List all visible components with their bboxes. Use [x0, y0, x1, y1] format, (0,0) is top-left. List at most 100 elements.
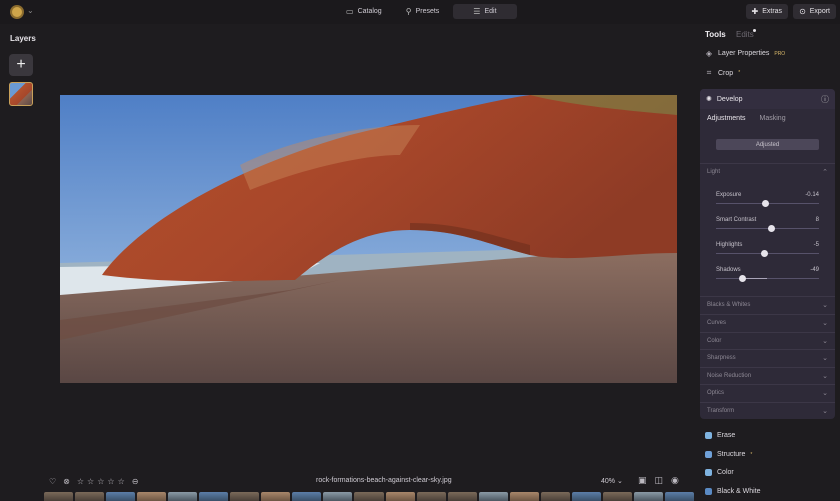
- film-thumbnail[interactable]: [509, 492, 539, 501]
- tab-adjustments[interactable]: Adjustments: [707, 115, 746, 122]
- layer-thumbnail[interactable]: [9, 82, 33, 106]
- film-thumbnail[interactable]: [137, 492, 167, 501]
- color-label: Color: [717, 469, 734, 476]
- slider-shadows[interactable]: Shadows -49: [716, 267, 819, 287]
- image-view-icon[interactable]: ▣: [638, 475, 647, 486]
- film-thumbnail[interactable]: [416, 492, 446, 501]
- film-thumbnail[interactable]: [354, 492, 384, 501]
- film-thumbnail[interactable]: [385, 492, 415, 501]
- slider-handle[interactable]: [761, 250, 769, 257]
- erase-label: Erase: [717, 432, 736, 439]
- film-thumbnail[interactable]: [447, 492, 477, 501]
- tab-edit[interactable]: ☰ Edit: [453, 4, 517, 19]
- section-sharpness[interactable]: Sharpness ⌄: [700, 349, 835, 366]
- film-thumbnail[interactable]: [75, 492, 105, 501]
- heart-icon[interactable]: ♡: [49, 477, 56, 486]
- tab-tools[interactable]: Tools: [705, 30, 726, 39]
- structure-tool[interactable]: Structure *: [705, 451, 752, 458]
- erase-tool[interactable]: Erase: [705, 432, 735, 439]
- film-thumbnail[interactable]: [292, 492, 322, 501]
- slider-handle[interactable]: [738, 275, 746, 282]
- tab-presets[interactable]: ⚲ Presets: [396, 4, 450, 19]
- chevron-down-icon: ⌄: [822, 320, 828, 327]
- develop-header[interactable]: ✺ Develop ⓘ: [700, 89, 835, 109]
- star-icon[interactable]: ☆: [97, 477, 104, 486]
- section-label: Curves: [707, 320, 727, 326]
- chevron-down-icon[interactable]: ⌄: [27, 6, 34, 15]
- section-label: Optics: [707, 390, 725, 396]
- slider-exposure[interactable]: Exposure -0.14: [716, 192, 819, 212]
- film-thumbnail[interactable]: [540, 492, 570, 501]
- star-icon[interactable]: ☆: [77, 477, 84, 486]
- slider-handle[interactable]: [768, 225, 776, 232]
- star-icon[interactable]: ☆: [107, 477, 114, 486]
- film-thumbnail[interactable]: [199, 492, 229, 501]
- section-blacks-whites[interactable]: Blacks & Whites ⌄: [700, 296, 835, 313]
- slider-smart-contrast[interactable]: Smart Contrast 8: [716, 217, 819, 237]
- film-thumbnail[interactable]: [168, 492, 198, 501]
- chevron-down-icon: ⌄: [822, 390, 828, 397]
- tab-edits[interactable]: Edits: [736, 30, 754, 39]
- crop-tool[interactable]: ⌗ Crop *: [705, 68, 740, 78]
- film-thumbnail[interactable]: [664, 492, 694, 501]
- slider-label: Exposure: [716, 192, 742, 198]
- reject-icon[interactable]: ⊗: [63, 477, 70, 486]
- plus-icon: ✚: [751, 7, 759, 16]
- slider-label: Highlights: [716, 242, 743, 248]
- chevron-down-icon: ⌄: [822, 302, 828, 309]
- film-thumbnail[interactable]: [602, 492, 632, 501]
- film-thumbnail[interactable]: [478, 492, 508, 501]
- black-white-tool[interactable]: Black & White: [705, 488, 761, 495]
- slider-value: -5: [813, 242, 819, 248]
- star-icon[interactable]: ☆: [118, 477, 125, 486]
- color-tool[interactable]: Color: [705, 469, 734, 476]
- crop-label: Crop: [718, 69, 734, 77]
- layer-properties-label: Layer Properties: [718, 50, 770, 57]
- section-curves[interactable]: Curves ⌄: [700, 314, 835, 331]
- export-label: Export: [809, 8, 830, 15]
- section-label: Sharpness: [707, 355, 736, 361]
- section-optics[interactable]: Optics ⌄: [700, 384, 835, 401]
- crop-icon: ⌗: [706, 68, 712, 77]
- tab-masking[interactable]: Masking: [760, 115, 786, 122]
- film-thumbnail[interactable]: [323, 492, 353, 501]
- film-thumbnail[interactable]: [261, 492, 291, 501]
- clear-rating-icon[interactable]: ⊖: [132, 477, 139, 486]
- slider-highlights[interactable]: Highlights -5: [716, 242, 819, 262]
- rating-toolbar: ♡ ⊗ ☆ ☆ ☆ ☆ ☆ ⊖: [49, 475, 138, 487]
- slider-track[interactable]: [716, 278, 819, 279]
- info-icon[interactable]: ⓘ: [821, 94, 829, 105]
- section-transform[interactable]: Transform ⌄: [700, 402, 835, 419]
- export-button[interactable]: ⊙ Export: [793, 4, 836, 19]
- slider-value: -0.14: [805, 192, 819, 198]
- star-rating[interactable]: ☆ ☆ ☆ ☆ ☆: [77, 477, 125, 486]
- add-layer-button[interactable]: +: [9, 54, 33, 76]
- folder-icon: ▭: [346, 7, 354, 16]
- tab-catalog[interactable]: ▭ Catalog: [336, 4, 392, 19]
- slider-handle[interactable]: [762, 200, 770, 207]
- adjusted-button[interactable]: Adjusted: [716, 139, 819, 150]
- erase-icon: [705, 432, 712, 439]
- section-light[interactable]: Light ⌃: [700, 163, 835, 180]
- chevron-down-icon: ⌄: [822, 338, 828, 345]
- plus-icon: +: [16, 56, 26, 73]
- section-label: Transform: [707, 408, 735, 414]
- section-label: Blacks & Whites: [707, 302, 751, 308]
- extras-button[interactable]: ✚ Extras: [745, 4, 789, 19]
- film-thumbnail[interactable]: [44, 492, 74, 501]
- app-logo-icon[interactable]: [10, 5, 24, 19]
- structure-label: Structure: [717, 451, 746, 458]
- star-icon[interactable]: ☆: [87, 477, 94, 486]
- compare-icon[interactable]: ◫: [655, 475, 664, 486]
- zoom-level[interactable]: 40% ⌄: [601, 477, 623, 485]
- film-thumbnail[interactable]: [106, 492, 136, 501]
- main-photo[interactable]: [60, 95, 677, 383]
- section-color[interactable]: Color ⌄: [700, 332, 835, 349]
- film-thumbnail[interactable]: [571, 492, 601, 501]
- film-thumbnail[interactable]: [230, 492, 260, 501]
- section-noise-reduction[interactable]: Noise Reduction ⌄: [700, 367, 835, 384]
- film-thumbnail[interactable]: [633, 492, 663, 501]
- eye-icon[interactable]: ◉: [671, 475, 679, 486]
- layer-properties-tool[interactable]: ◈ Layer Properties PRO: [705, 49, 785, 58]
- black-white-label: Black & White: [717, 488, 761, 495]
